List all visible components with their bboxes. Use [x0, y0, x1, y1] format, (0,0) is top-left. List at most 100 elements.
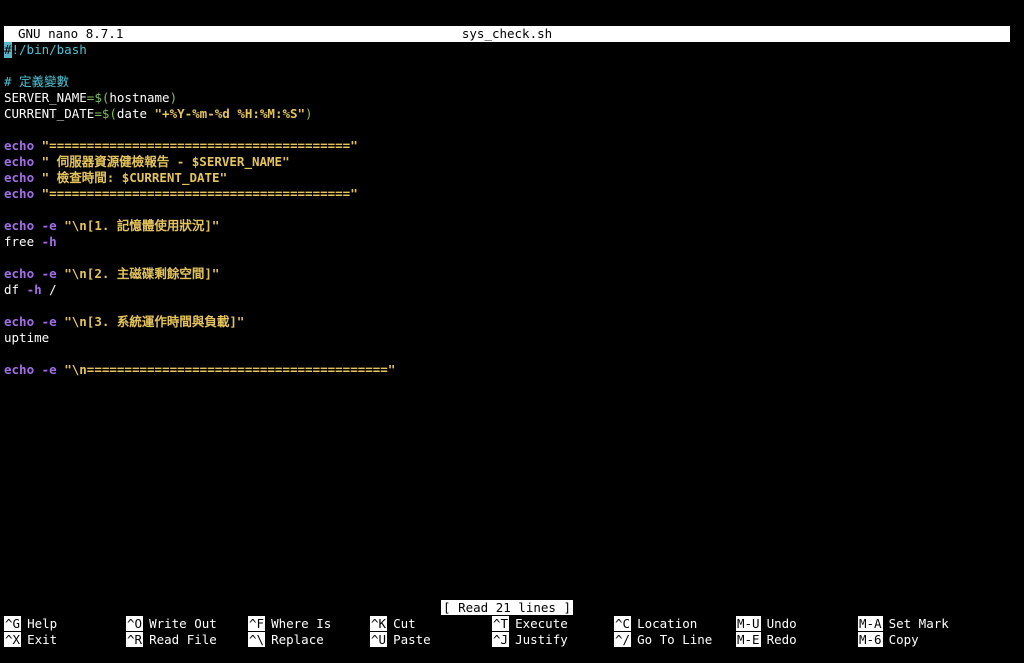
shortcut-paste[interactable]: ^U Paste: [370, 632, 431, 648]
code-token: =$(: [86, 90, 110, 105]
code-line[interactable]: # 定義變數: [4, 74, 1010, 90]
shortcut-bar: ^G Help ^X Exit ^O Write Out ^R Read File ^F Wher…: [4, 616, 1010, 650]
code-token: echo: [4, 362, 42, 377]
code-token: "\n[2. 主磁碟剩餘空間]": [64, 266, 220, 281]
code-line[interactable]: [4, 122, 1010, 138]
code-token: -e: [41, 314, 65, 329]
code-line[interactable]: CURRENT_DATE=$(date "+%Y-%m-%d %H:%M:%S"…: [4, 106, 1010, 122]
code-token: ): [305, 106, 313, 121]
code-line[interactable]: echo " 伺服器資源健檢報告 - $SERVER_NAME": [4, 154, 1010, 170]
shortcut-key: ^X: [4, 632, 22, 647]
shortcut-undo[interactable]: M-U Undo: [736, 616, 797, 632]
code-line[interactable]: echo -e "\n=============================…: [4, 362, 1010, 378]
code-token: !/bin/bash: [11, 42, 87, 57]
code-line[interactable]: echo -e "\n[3. 系統運作時間與負載]": [4, 314, 1010, 330]
shortcut-label: Set Mark: [888, 616, 949, 631]
shortcut-cut[interactable]: ^K Cut: [370, 616, 416, 632]
code-token: echo: [4, 314, 42, 329]
shortcut-justify[interactable]: ^J Justify: [492, 632, 568, 648]
shortcut-label: Help: [27, 616, 58, 631]
shortcut-key: ^K: [370, 616, 388, 631]
editor-text-area[interactable]: #!/bin/bash # 定義變數 SERVER_NAME=$(hostname…: [4, 42, 1010, 378]
code-token: echo: [4, 218, 42, 233]
shortcut-where-is[interactable]: ^F Where Is: [248, 616, 331, 632]
code-token: -e: [41, 266, 65, 281]
shortcut-copy[interactable]: M-6 Copy: [858, 632, 919, 648]
code-token: echo: [4, 266, 42, 281]
code-line[interactable]: echo "==================================…: [4, 186, 1010, 202]
code-token: # 定義變數: [4, 74, 70, 89]
shortcut-label: Location: [637, 616, 698, 631]
code-line[interactable]: free -h: [4, 234, 1010, 250]
code-line[interactable]: df -h /: [4, 282, 1010, 298]
shortcut-key: M-U: [736, 616, 761, 631]
code-token: -h: [41, 234, 57, 249]
code-token: -e: [41, 362, 65, 377]
code-line[interactable]: echo -e "\n[1. 記憶體使用狀況]": [4, 218, 1010, 234]
shortcut-label: Redo: [766, 632, 797, 647]
code-token: df: [4, 282, 27, 297]
status-bar: [ Read 21 lines ]: [0, 600, 1014, 616]
shortcut-key: ^O: [126, 616, 144, 631]
code-line[interactable]: SERVER_NAME=$(hostname): [4, 90, 1010, 106]
shortcut-read-file[interactable]: ^R Read File: [126, 632, 217, 648]
code-token: "+%Y-%m-%d %H:%M:%S": [154, 106, 306, 121]
file-name: sys_check.sh: [461, 26, 553, 41]
code-token: SERVER_NAME: [4, 90, 87, 105]
shortcut-label: Justify: [515, 632, 568, 647]
code-line[interactable]: echo -e "\n[2. 主磁碟剩餘空間]": [4, 266, 1010, 282]
shortcut-label: Exit: [27, 632, 58, 647]
shortcut-go-to-line[interactable]: ^/ Go To Line: [614, 632, 712, 648]
code-token: "\n[1. 記憶體使用狀況]": [64, 218, 220, 233]
code-line[interactable]: [4, 346, 1010, 362]
title-bar: GNU nano 8.7.1 sys_check.sh: [4, 26, 1010, 42]
shortcut-label: Execute: [515, 616, 568, 631]
shortcut-label: Go To Line: [637, 632, 713, 647]
text-cursor: #: [4, 42, 12, 58]
shortcut-key: ^C: [614, 616, 632, 631]
code-line[interactable]: [4, 298, 1010, 314]
code-token: "\n=====================================…: [64, 362, 396, 377]
window-top-strip: [0, 0, 1024, 26]
code-token: "\n[3. 系統運作時間與負載]": [64, 314, 245, 329]
shortcut-exit[interactable]: ^X Exit: [4, 632, 57, 648]
code-token: =$(: [94, 106, 117, 121]
shortcut-key: M-A: [858, 616, 883, 631]
shortcut-key: ^F: [248, 616, 266, 631]
shortcut-label: Replace: [271, 632, 324, 647]
code-token: /: [41, 282, 57, 297]
code-token: echo: [4, 186, 42, 201]
code-token: " 檢查時間: $CURRENT_DATE": [41, 170, 228, 185]
code-line[interactable]: uptime: [4, 330, 1010, 346]
shortcut-label: Undo: [766, 616, 797, 631]
shortcut-execute[interactable]: ^T Execute: [492, 616, 568, 632]
shortcut-key: ^U: [370, 632, 388, 647]
code-line[interactable]: [4, 250, 1010, 266]
shortcut-redo[interactable]: M-E Redo: [736, 632, 797, 648]
code-line[interactable]: [4, 202, 1010, 218]
shortcut-key: M-6: [858, 632, 883, 647]
shortcut-label: Read File: [149, 632, 217, 647]
shortcut-key: ^G: [4, 616, 22, 631]
code-line[interactable]: [4, 58, 1010, 74]
code-token: " 伺服器資源健檢報告 - $SERVER_NAME": [41, 154, 290, 169]
shortcut-key: ^R: [126, 632, 144, 647]
code-line[interactable]: echo "==================================…: [4, 138, 1010, 154]
code-token: echo: [4, 154, 42, 169]
code-line[interactable]: #!/bin/bash: [4, 42, 1010, 58]
code-token: ): [169, 90, 178, 105]
code-token: uptime: [4, 330, 50, 345]
shortcut-replace[interactable]: ^\ Replace: [248, 632, 324, 648]
shortcut-location[interactable]: ^C Location: [614, 616, 697, 632]
shortcut-write-out[interactable]: ^O Write Out: [126, 616, 217, 632]
code-token: echo: [4, 138, 42, 153]
code-token: echo: [4, 170, 42, 185]
code-token: free: [4, 234, 42, 249]
shortcut-key: ^T: [492, 616, 510, 631]
code-token: -e: [41, 218, 65, 233]
shortcut-help[interactable]: ^G Help: [4, 616, 57, 632]
shortcut-set-mark[interactable]: M-A Set Mark: [858, 616, 949, 632]
code-token: hostname: [109, 90, 170, 105]
code-line[interactable]: echo " 檢查時間: $CURRENT_DATE": [4, 170, 1010, 186]
shortcut-label: Paste: [393, 632, 431, 647]
